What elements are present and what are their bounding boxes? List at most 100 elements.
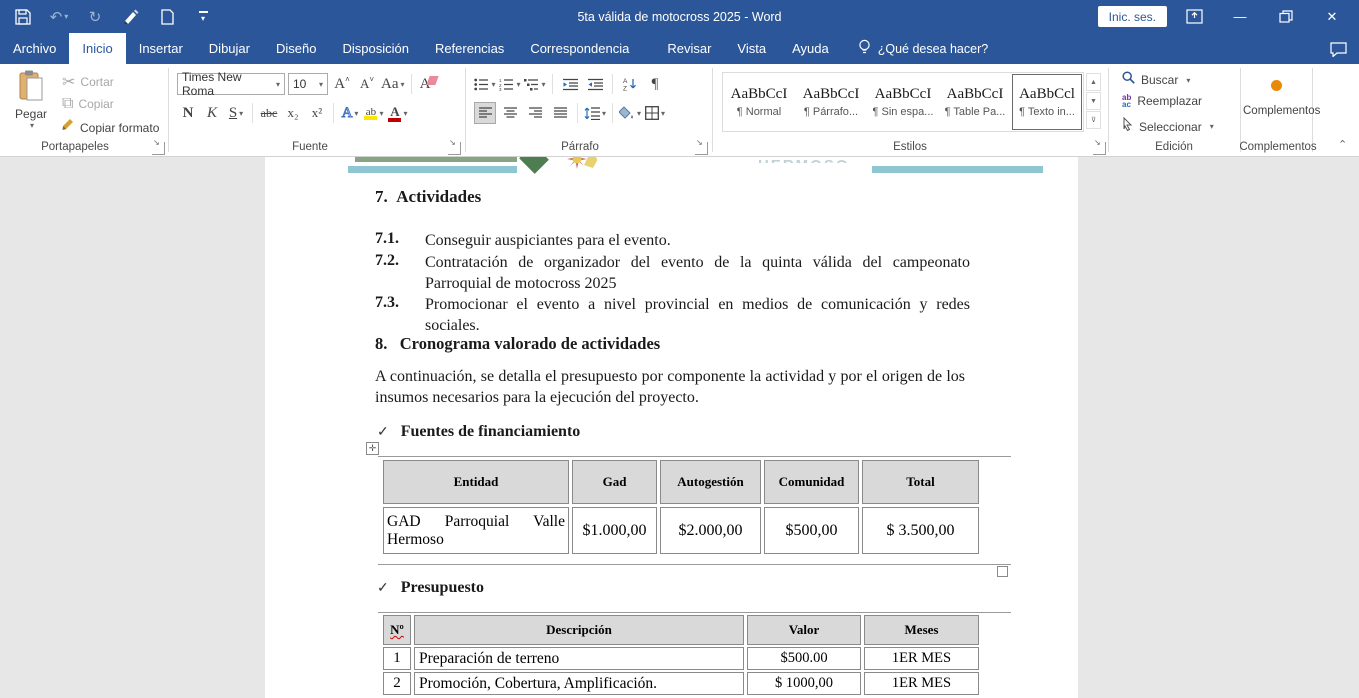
shrink-font-button[interactable]: A˅ (356, 73, 378, 95)
increase-indent-button[interactable] (584, 73, 606, 95)
budget-row1-num: 1 (383, 647, 411, 670)
ink-icon[interactable] (120, 6, 142, 28)
tab-inicio[interactable]: Inicio (69, 33, 125, 64)
align-center-button[interactable] (499, 102, 521, 124)
budget-row1-desc: Preparación de terreno (414, 647, 744, 670)
funding-total-value: $ 3.500,00 (862, 507, 979, 554)
tab-revisar[interactable]: Revisar (654, 33, 724, 64)
tab-referencias[interactable]: Referencias (422, 33, 517, 64)
letterhead-teal-bar-left (348, 166, 517, 173)
styles-more-icon[interactable]: ⊽ (1086, 111, 1101, 129)
font-name-combobox[interactable]: Times New Roma▾ (177, 73, 285, 95)
estilos-dialog-launcher[interactable] (1093, 142, 1106, 155)
group-label-complementos: Complementos (1228, 141, 1328, 153)
strikethrough-button[interactable]: abc (258, 102, 280, 124)
sign-in-button[interactable]: Inic. ses. (1098, 6, 1167, 27)
font-color-button[interactable]: A▾ (387, 102, 409, 124)
budget-row2-valor: $ 1000,00 (747, 672, 861, 695)
decrease-indent-button[interactable] (559, 73, 581, 95)
close-icon[interactable]: ✕ (1315, 0, 1349, 33)
superscript-button[interactable]: x² (306, 102, 328, 124)
customize-qat-icon[interactable]: ▾ (192, 6, 214, 28)
fuente-dialog-launcher[interactable] (448, 142, 461, 155)
paste-button[interactable]: Pegar ▾ (8, 70, 54, 130)
underline-button[interactable]: S▾ (225, 102, 247, 124)
shading-button[interactable]: ▾ (619, 102, 641, 124)
highlight-color-button[interactable]: ab▾ (363, 102, 385, 124)
bold-button[interactable]: N (177, 102, 199, 124)
table-resize-handle[interactable] (997, 566, 1008, 577)
item-7-3-text: Promocionar el evento a nivel provincial… (425, 294, 970, 336)
minimize-icon[interactable]: — (1223, 0, 1257, 33)
lightbulb-icon (858, 39, 871, 59)
style-table-paragraph[interactable]: AaBbCcI¶ Table Pa... (940, 74, 1010, 130)
checkmark-icon: ✓ (377, 423, 389, 440)
style-normal[interactable]: AaBbCcI¶ Normal (724, 74, 794, 130)
letterhead-green-bar (355, 157, 517, 162)
tab-ayuda[interactable]: Ayuda (779, 33, 842, 64)
tab-disposicion[interactable]: Disposición (329, 33, 421, 64)
budget-table[interactable]: Nº Descripción Valor Meses 1 Preparación… (380, 613, 982, 697)
find-button[interactable]: Buscar▾ (1122, 71, 1190, 89)
collapse-ribbon-icon[interactable]: ⌃ (1338, 138, 1347, 151)
ribbon-display-options-icon[interactable] (1177, 0, 1211, 33)
tab-correspondencia[interactable]: Correspondencia (517, 33, 642, 64)
feedback-comment-icon[interactable] (1325, 38, 1351, 60)
align-left-button[interactable] (474, 102, 496, 124)
sort-button[interactable]: AZ (619, 73, 641, 95)
funding-header-entidad: Entidad (383, 460, 569, 504)
tab-dibujar[interactable]: Dibujar (196, 33, 263, 64)
tab-vista[interactable]: Vista (724, 33, 779, 64)
item-7-2-number: 7.2. (375, 252, 399, 270)
ribbon: Pegar ▾ ✂Cortar ⧉Copiar Copiar formato P… (0, 64, 1359, 157)
parrafo-dialog-launcher[interactable] (695, 142, 708, 155)
portapapeles-dialog-launcher[interactable] (152, 142, 165, 155)
subscript-button[interactable]: x₂ (282, 102, 304, 124)
document-page[interactable]: HERMOSO 7. Actividades 7.1. Conseguir au… (265, 157, 1078, 698)
format-painter-button[interactable]: Copiar formato (62, 118, 159, 137)
styles-scroll-down-icon[interactable]: ▼ (1086, 92, 1101, 110)
redo-icon[interactable]: ↻ (84, 6, 106, 28)
new-document-icon[interactable] (156, 6, 178, 28)
save-icon[interactable] (12, 6, 34, 28)
restore-icon[interactable] (1269, 0, 1303, 33)
table-move-handle-icon[interactable]: ✛ (366, 442, 379, 455)
format-painter-icon (62, 118, 75, 137)
style-parrafo[interactable]: AaBbCcI¶ Párrafo... (796, 74, 866, 130)
clear-formatting-button[interactable]: A (418, 73, 440, 95)
font-size-combobox[interactable]: 10▾ (288, 73, 328, 95)
undo-icon[interactable]: ↶▾ (48, 6, 70, 28)
text-effects-button[interactable]: A▾ (339, 102, 361, 124)
tab-archivo[interactable]: Archivo (0, 33, 69, 64)
svg-text:3: 3 (499, 87, 502, 91)
funding-table[interactable]: Entidad Gad Autogestión Comunidad Total … (380, 457, 982, 557)
grow-font-button[interactable]: A˄ (331, 73, 353, 95)
select-button[interactable]: Seleccionar▾ (1122, 117, 1214, 136)
tab-insertar[interactable]: Insertar (126, 33, 196, 64)
style-sin-espaciado[interactable]: AaBbCcI¶ Sin espa... (868, 74, 938, 130)
styles-scroll-up-icon[interactable]: ▲ (1086, 73, 1101, 91)
tell-me-box[interactable]: ¿Qué desea hacer? (858, 33, 989, 64)
justify-button[interactable] (549, 102, 571, 124)
line-spacing-button[interactable]: ▾ (584, 102, 606, 124)
item-7-3-number: 7.3. (375, 294, 399, 312)
bullet-list-button[interactable]: ▾ (474, 73, 496, 95)
replace-button[interactable]: abac Reemplazar (1122, 94, 1202, 108)
group-label-estilos: Estilos (860, 141, 960, 153)
numbered-list-button[interactable]: 123▾ (499, 73, 521, 95)
multilevel-list-button[interactable]: ▾ (524, 73, 546, 95)
cut-button[interactable]: ✂Cortar (62, 72, 114, 92)
show-paragraph-marks-button[interactable]: ¶ (644, 73, 666, 95)
style-texto-independiente[interactable]: AaBbCcl¶ Texto in... (1012, 74, 1082, 130)
align-right-button[interactable] (524, 102, 546, 124)
addins-button[interactable]: Complementos (1243, 72, 1309, 117)
tab-diseno[interactable]: Diseño (263, 33, 329, 64)
copy-button[interactable]: ⧉Copiar (62, 95, 114, 113)
italic-button[interactable]: K (201, 102, 223, 124)
change-case-button[interactable]: Aa▾ (381, 73, 405, 95)
title-bar: ↶▾ ↻ ▾ 5ta válida de motocross 2025 - Wo… (0, 0, 1359, 33)
group-divider (1108, 68, 1109, 152)
borders-button[interactable]: ▾ (644, 102, 666, 124)
funding-header-autogestion: Autogestión (660, 460, 761, 504)
funding-header-total: Total (862, 460, 979, 504)
